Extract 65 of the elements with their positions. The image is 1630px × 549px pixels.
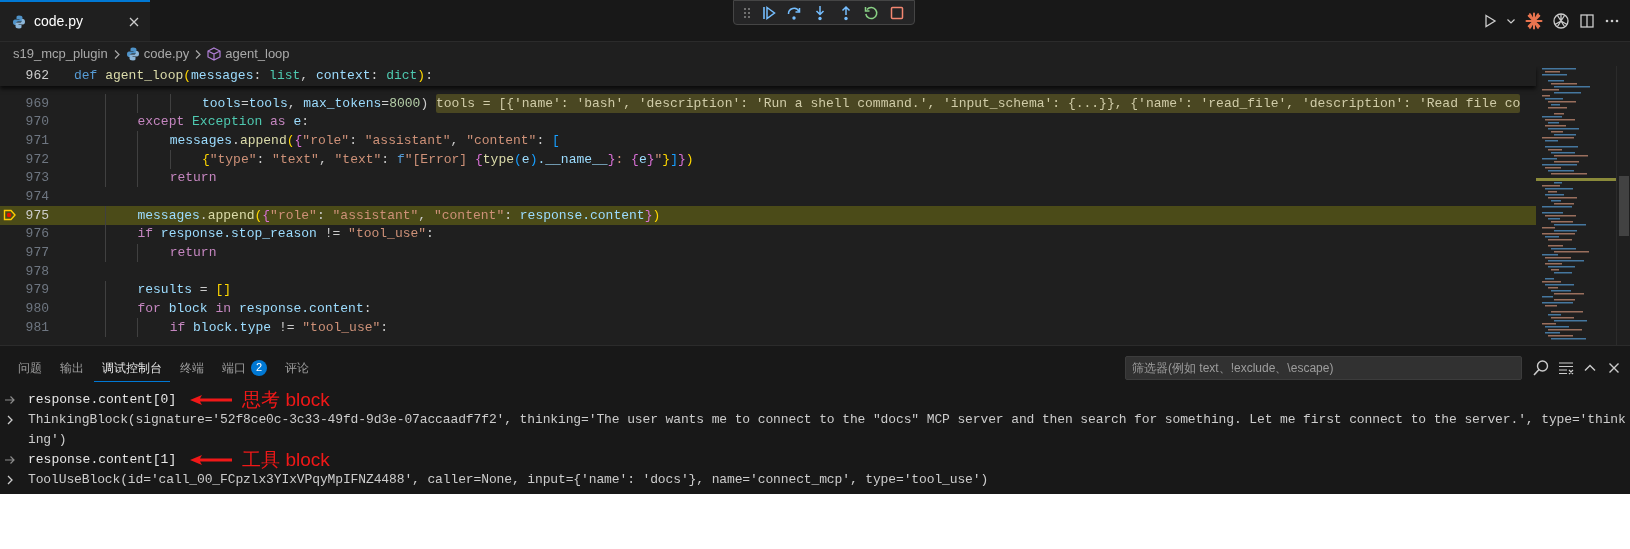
panel-tab[interactable]: 问题 — [10, 354, 50, 382]
line-number: 971 — [25, 131, 49, 150]
continue-icon[interactable] — [760, 4, 777, 21]
breakpoint-arrow-icon — [3, 208, 17, 223]
line-number: 970 — [25, 113, 49, 132]
line-number: 975 — [25, 206, 49, 225]
scrollbar[interactable] — [1616, 66, 1630, 345]
python-file-icon — [125, 46, 140, 62]
code-line: tools=tools, max_tokens=8000) — [74, 94, 436, 113]
line-number: 973 — [25, 169, 49, 188]
panel-tab[interactable]: 调试控制台 — [94, 354, 170, 382]
knot-icon[interactable] — [1552, 11, 1570, 30]
panel-tab[interactable]: 输出 — [52, 354, 92, 382]
panel-tab[interactable]: 终端 — [172, 354, 212, 382]
console-output: ToolUseBlock(id='call_00_FCpzlx3YIxVPqyMpIFNZ4488', caller=None, input={'name': 'docs'}, name='connect_mcp', type='tool_use') — [28, 471, 990, 489]
run-icon[interactable] — [1483, 13, 1497, 28]
code-line: for block in response.content: — [74, 299, 372, 319]
line-number: 978 — [25, 262, 49, 281]
stop-icon[interactable] — [889, 4, 906, 21]
search-icon[interactable] — [1532, 359, 1550, 377]
breadcrumb-item[interactable]: code.py — [125, 44, 190, 64]
step-over-icon[interactable] — [786, 4, 803, 21]
line-number: 976 — [25, 225, 49, 244]
close-icon — [128, 15, 140, 28]
line-number: 972 — [25, 150, 49, 169]
annotation-label: 工具 block — [242, 450, 330, 470]
code-line: messages.append({"role": "assistant", "content": [ — [74, 131, 560, 151]
code-line: return — [74, 168, 217, 188]
code-line: if block.type != "tool_use": — [74, 318, 389, 337]
line-number: 979 — [25, 281, 49, 300]
input-arrow-icon — [4, 394, 16, 406]
line-number: 974 — [25, 188, 49, 207]
python-file-icon — [12, 13, 26, 30]
sparkle-icon[interactable] — [1525, 11, 1543, 30]
input-arrow-icon — [4, 454, 16, 466]
line-number: 962 — [25, 67, 49, 86]
code-line: {"type": "text", "text": f"[Error] {type(e).__name__}: {e}"}]}) — [74, 150, 694, 169]
filter-field[interactable]: 筛选器(例如 text、!exclude、\escape) — [1125, 356, 1522, 380]
line-number: 977 — [25, 244, 49, 263]
annotation-label: 思考 block — [242, 390, 330, 410]
code-line: messages.append({"role": "assistant", "content": response.content}) — [74, 206, 661, 225]
code-line: results = [] — [74, 280, 232, 300]
count-badge: 2 — [251, 359, 267, 376]
code-line: if response.stop_reason != "tool_use": — [74, 224, 434, 244]
split-editor-icon[interactable] — [1579, 12, 1595, 29]
editor-tab[interactable]: code.py — [0, 0, 150, 41]
line-number: 981 — [25, 318, 49, 337]
line-number: 969 — [25, 94, 49, 113]
chevron-right-icon — [193, 48, 204, 60]
clear-list-icon[interactable] — [1558, 360, 1574, 376]
console-command-text: response.content[1] — [28, 451, 177, 469]
line-number: 980 — [25, 300, 49, 319]
drag-handle-icon[interactable] — [742, 6, 751, 19]
panel-tab[interactable]: 端口 2 — [214, 354, 275, 382]
breadcrumb-item[interactable]: agent_loop — [207, 44, 290, 64]
panel-tab[interactable]: 评论 — [277, 354, 317, 382]
code-line: def agent_loop(messages: list, context: dict): — [74, 67, 433, 86]
restart-icon[interactable] — [863, 4, 880, 21]
cube-icon — [207, 47, 222, 61]
console-command-text: response.content[0] — [28, 391, 177, 409]
code-line: return — [74, 243, 217, 263]
breadcrumb-item[interactable]: s19_mcp_plugin — [13, 44, 108, 64]
inlay-hint: tools = [{'name': 'bash', 'description': 'Run a shell command.', 'input_schema': {...}}, {'name': 'read_file', 'description': 'Read file co — [436, 93, 1521, 114]
console-output: ThinkingBlock(signature='52f8ce0c-3c33-49fd-9d3e-07accaadf7f2', thinking='The user wants me to connect to the "docs" MCP server and then search for something. Let me first connect to the server.', type='thinking') — [28, 411, 1627, 449]
code-line: except Exception as e: — [74, 112, 310, 132]
